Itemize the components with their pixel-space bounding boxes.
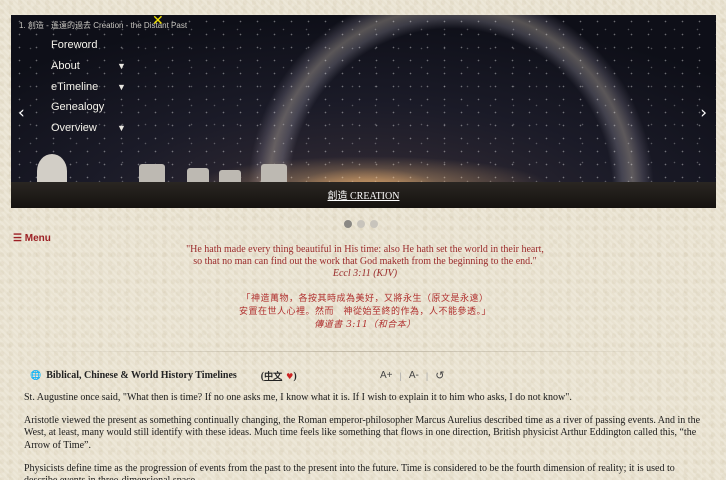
- hero-slider: 1. 創造 - 遙遠的過去 Creation - the Distant Pas…: [11, 15, 716, 208]
- prev-slide-icon[interactable]: ‹: [18, 103, 25, 123]
- slider-pagination: [344, 220, 378, 228]
- nav-item-label: Genealogy: [51, 101, 105, 114]
- chinese-language-link[interactable]: 中文: [264, 372, 282, 382]
- separator: |: [399, 370, 402, 381]
- nav-item-label: Overview: [51, 122, 97, 135]
- paragraph: Aristotle viewed the present as somethin…: [24, 415, 701, 451]
- font-increase-button[interactable]: A+: [380, 370, 393, 381]
- quote-line: 「神造萬物，各按其時成為美好，又將永生（原文是永遠）: [241, 294, 489, 304]
- nav-item-genealogy[interactable]: Genealogy: [51, 97, 126, 118]
- close-icon[interactable]: ✕: [152, 15, 164, 29]
- font-size-controls: A+ | A- | ↺: [380, 369, 444, 382]
- quote-reference: 傳道書 3:11（和合本）: [314, 320, 416, 330]
- reset-icon[interactable]: ↺: [435, 369, 444, 382]
- timeline-header: 🌐 Biblical, Chinese & World History Time…: [30, 369, 297, 382]
- nav-item-label: Foreword: [51, 39, 98, 52]
- slide-dot-3[interactable]: [370, 220, 378, 228]
- separator: |: [425, 370, 429, 381]
- next-slide-icon[interactable]: ›: [700, 103, 707, 123]
- paragraph: Physicists define time as the progressio…: [24, 462, 675, 480]
- globe-icon: 🌐: [30, 370, 42, 381]
- slide-dot-2[interactable]: [357, 220, 365, 228]
- menu-button[interactable]: ☰ Menu: [13, 233, 51, 244]
- nav-item-overview[interactable]: Overview ▼: [51, 118, 126, 139]
- page-title: Biblical, Chinese & World History Timeli…: [46, 370, 237, 381]
- section-divider: [22, 351, 704, 352]
- article-body: St. Augustine once said, "What then is t…: [24, 392, 704, 480]
- caret-down-icon[interactable]: ▼: [117, 61, 126, 71]
- quote-line: "He hath made every thing beautiful in H…: [186, 244, 544, 255]
- nav-item-about[interactable]: About ▼: [51, 56, 126, 77]
- scripture-quote-english: "He hath made every thing beautiful in H…: [140, 244, 590, 280]
- paragraph: St. Augustine once said, "What then is t…: [24, 392, 572, 403]
- font-decrease-button[interactable]: A-: [409, 370, 419, 381]
- slide-dot-1[interactable]: [344, 220, 352, 228]
- nav-item-label: About: [51, 60, 80, 73]
- nav-item-label: eTimeline: [51, 80, 99, 93]
- language-toggle: (中文 ♥): [261, 369, 297, 382]
- nav-item-etimeline[interactable]: eTimeline ▼: [51, 76, 126, 97]
- quote-line: 安置在世人心裡。然而 神從始至終的作為，人不能參透。」: [238, 307, 491, 317]
- caret-down-icon[interactable]: ▼: [117, 123, 126, 133]
- slide-caption[interactable]: 創造 CREATION: [328, 191, 400, 202]
- quote-reference: Eccl 3:11 (KJV): [332, 268, 398, 279]
- quote-line: so that no man can find out the work tha…: [193, 256, 537, 267]
- nav-item-foreword[interactable]: Foreword: [51, 35, 126, 56]
- scripture-quote-chinese: 「神造萬物，各按其時成為美好，又將永生（原文是永遠） 安置在世人心裡。然而 神從…: [140, 293, 590, 332]
- paren-close: ): [293, 371, 297, 382]
- caret-down-icon[interactable]: ▼: [117, 82, 126, 92]
- main-nav: Foreword About ▼ eTimeline ▼ Genealogy O…: [51, 35, 126, 138]
- slide-caption-link[interactable]: 創造 CREATION: [11, 187, 716, 202]
